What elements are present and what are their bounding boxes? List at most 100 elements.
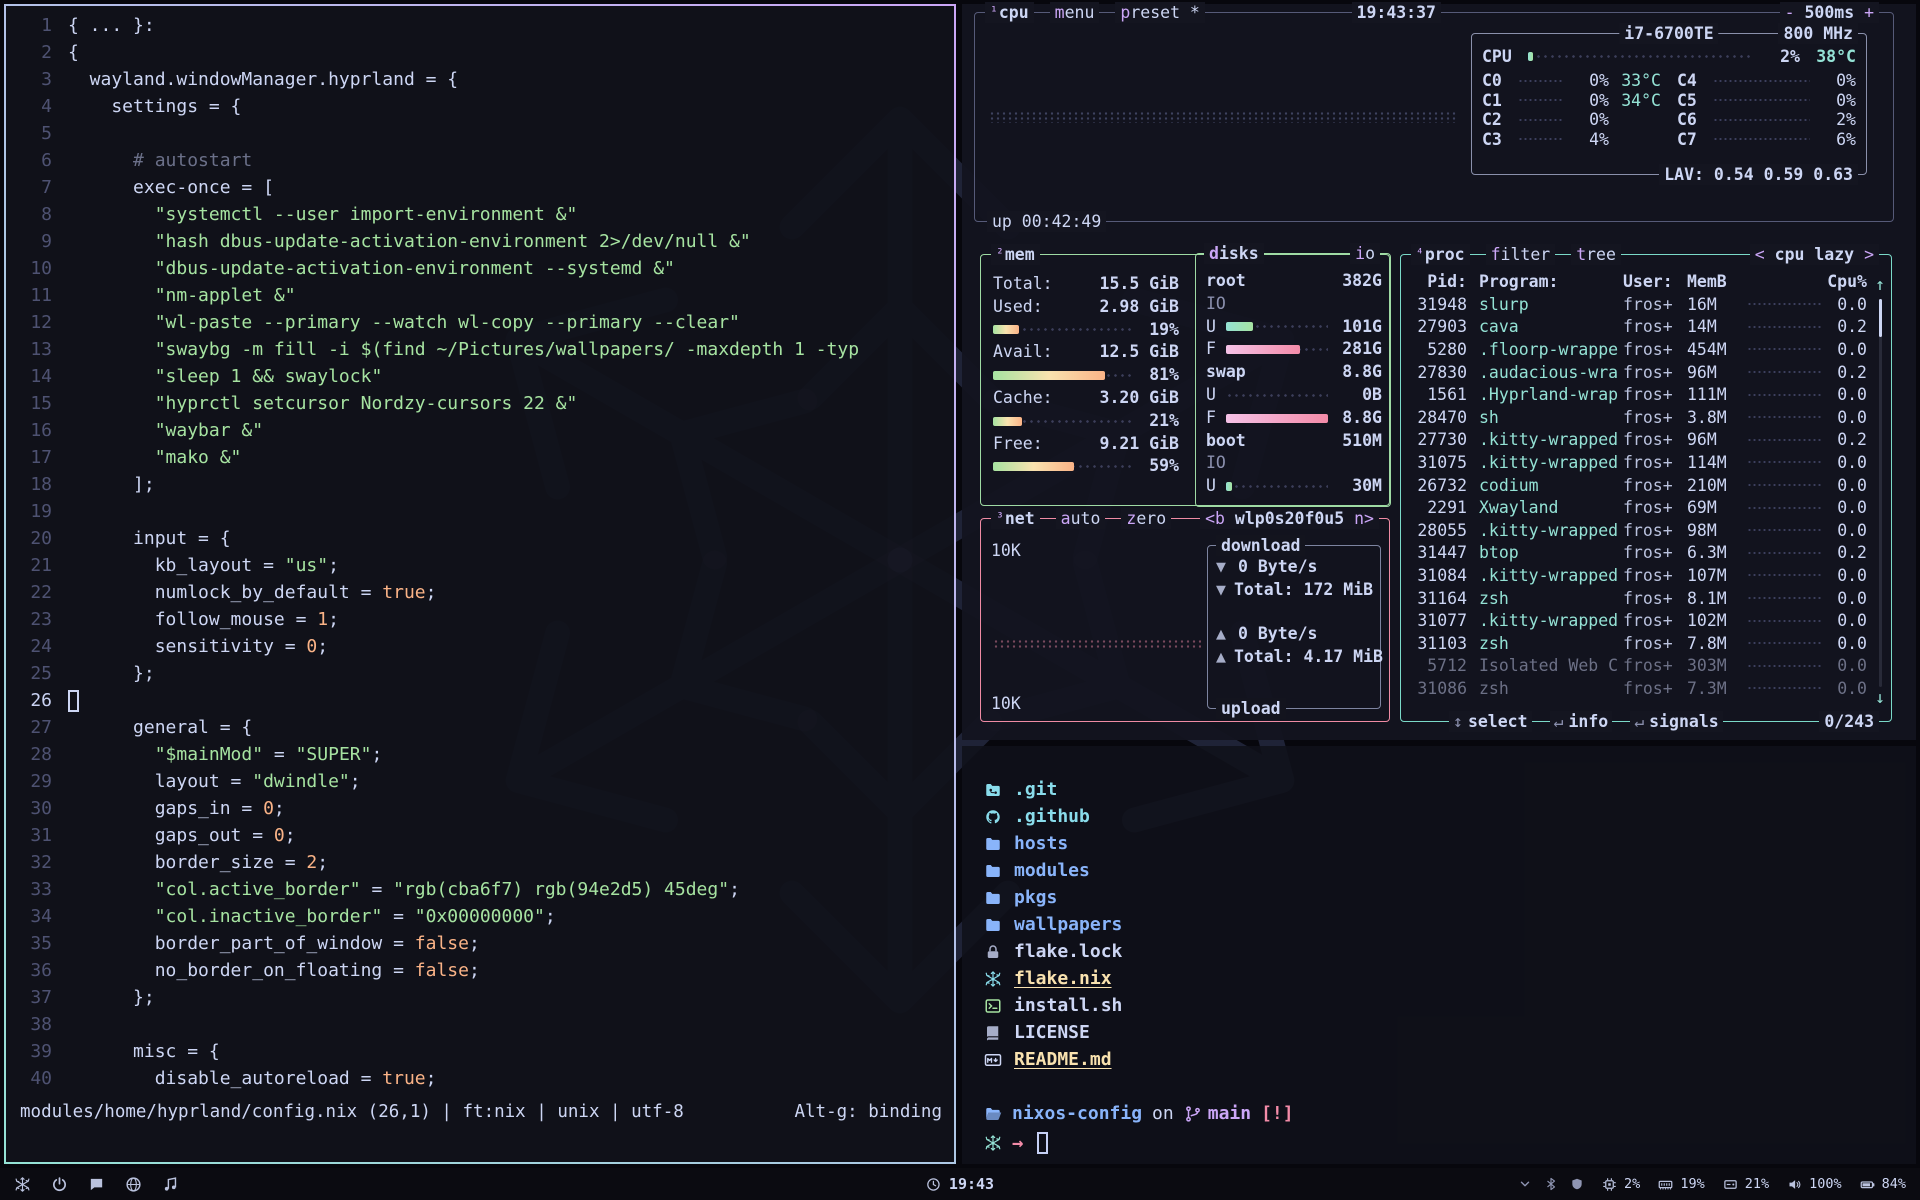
proc-filter-button[interactable]: filter — [1486, 244, 1556, 265]
editor-line[interactable]: 14 "sleep 1 && swaylock" — [6, 363, 954, 390]
editor-line[interactable]: 31 gaps_out = 0; — [6, 822, 954, 849]
scroll-up-indicator[interactable]: ↑ — [1875, 275, 1885, 294]
nixos-menu-icon[interactable] — [14, 1176, 31, 1193]
col-program[interactable]: Program: — [1471, 272, 1623, 291]
editor-window[interactable]: 1{ ... }:2{3 wayland.windowManager.hyprl… — [4, 4, 956, 1164]
process-row[interactable]: 27830.audacious-wrafros+96M0.2 — [1413, 361, 1867, 384]
editor-line[interactable]: 23 follow_mouse = 1; — [6, 606, 954, 633]
col-pid[interactable]: Pid: — [1413, 272, 1471, 291]
disks-io-toggle[interactable]: io — [1350, 243, 1380, 264]
preset-button[interactable]: preset * — [1115, 2, 1204, 23]
col-cpu[interactable]: Cpu% — [1825, 272, 1867, 291]
editor-line[interactable]: 12 "wl-paste --primary --watch wl-copy -… — [6, 309, 954, 336]
music-player-icon[interactable] — [162, 1176, 179, 1193]
signals-action[interactable]: ↵signals — [1630, 711, 1722, 732]
process-row[interactable]: 28055.kitty-wrappedfros+98M0.0 — [1413, 519, 1867, 542]
editor-line[interactable]: 4 settings = { — [6, 93, 954, 120]
process-row[interactable]: 31075.kitty-wrappedfros+114M0.0 — [1413, 451, 1867, 474]
net-interface-selector[interactable]: <b wlp0s20f0u5 n> — [1200, 508, 1379, 529]
editor-line[interactable]: 33 "col.active_border" = "rgb(cba6f7) rg… — [6, 876, 954, 903]
iface-next-key[interactable]: n> — [1354, 509, 1374, 528]
security-shield-icon[interactable] — [1570, 1177, 1584, 1191]
process-row[interactable]: 5280.floorp-wrappefros+454M0.0 — [1413, 338, 1867, 361]
sort-next-arrow[interactable]: > — [1864, 245, 1874, 264]
editor-line[interactable]: 28 "$mainMod" = "SUPER"; — [6, 741, 954, 768]
process-row[interactable]: 31086zshfros+7.3M0.0 — [1413, 677, 1867, 700]
editor-line[interactable]: 16 "waybar &" — [6, 417, 954, 444]
editor-line[interactable]: 8 "systemctl --user import-environment &… — [6, 201, 954, 228]
editor-line[interactable]: 7 exec-once = [ — [6, 174, 954, 201]
info-action[interactable]: ↵info — [1550, 711, 1613, 732]
process-row[interactable]: 1561.Hyprland-wrapfros+111M0.0 — [1413, 383, 1867, 406]
refresh-minus-button[interactable]: - — [1785, 3, 1795, 22]
editor-line[interactable]: 36 no_border_on_floating = false; — [6, 957, 954, 984]
col-memory[interactable]: MemB — [1687, 272, 1743, 291]
editor-line[interactable]: 34 "col.inactive_border" = "0x00000000"; — [6, 903, 954, 930]
editor-line[interactable]: 26 — [6, 687, 954, 714]
process-row[interactable]: 27730.kitty-wrappedfros+96M0.2 — [1413, 429, 1867, 452]
net-box-tab[interactable]: ³net — [991, 508, 1040, 529]
editor-line[interactable]: 25 }; — [6, 660, 954, 687]
process-row[interactable]: 27903cavafros+14M0.2 — [1413, 316, 1867, 339]
editor-line[interactable]: 20 input = { — [6, 525, 954, 552]
editor-line[interactable]: 13 "swaybg -m fill -i $(find ~/Pictures/… — [6, 336, 954, 363]
editor-line[interactable]: 1{ ... }: — [6, 12, 954, 39]
disk-usage-module[interactable]: 21% — [1723, 1176, 1769, 1192]
bluetooth-status-icon[interactable] — [1544, 1177, 1558, 1191]
power-menu-icon[interactable] — [51, 1176, 68, 1193]
proc-scrollbar-thumb[interactable] — [1879, 299, 1882, 337]
process-row[interactable]: 28470shfros+3.8M0.0 — [1413, 406, 1867, 429]
shell-input-line[interactable]: → — [962, 1129, 1916, 1156]
editor-line[interactable]: 32 border_size = 2; — [6, 849, 954, 876]
refresh-plus-button[interactable]: + — [1864, 3, 1874, 22]
editor-line[interactable]: 21 kb_layout = "us"; — [6, 552, 954, 579]
select-action[interactable]: ↕select — [1449, 711, 1532, 732]
process-row[interactable]: 31077.kitty-wrappedfros+102M0.0 — [1413, 609, 1867, 632]
editor-line[interactable]: 5 — [6, 120, 954, 147]
editor-line[interactable]: 37 }; — [6, 984, 954, 1011]
process-row[interactable]: 31447btopfros+6.3M0.2 — [1413, 542, 1867, 565]
tray-expand-icon[interactable] — [1518, 1177, 1532, 1191]
cpu-box-tab[interactable]: ¹cpu — [985, 2, 1034, 23]
process-row[interactable]: 5712Isolated Web Cfros+303M0.0 — [1413, 655, 1867, 678]
editor-line[interactable]: 38 — [6, 1011, 954, 1038]
editor-code[interactable]: 1{ ... }:2{3 wayland.windowManager.hyprl… — [6, 6, 954, 1092]
chat-launcher-icon[interactable] — [88, 1176, 105, 1193]
editor-line[interactable]: 40 disable_autoreload = true; — [6, 1065, 954, 1092]
process-row[interactable]: 31103zshfros+7.8M0.0 — [1413, 632, 1867, 655]
mem-box-tab[interactable]: ²mem — [991, 244, 1040, 265]
proc-sort-selector[interactable]: < cpu lazy > — [1750, 244, 1879, 265]
proc-box-tab[interactable]: ⁴proc — [1411, 244, 1470, 265]
net-zero-button[interactable]: zero — [1121, 508, 1171, 529]
editor-line[interactable]: 11 "nm-applet &" — [6, 282, 954, 309]
iface-prev-key[interactable]: <b — [1205, 509, 1225, 528]
proc-scrollbar-track[interactable] — [1879, 299, 1882, 687]
editor-line[interactable]: 24 sensitivity = 0; — [6, 633, 954, 660]
clock-module[interactable]: 19:43 — [926, 1175, 994, 1193]
process-row[interactable]: 31164zshfros+8.1M0.0 — [1413, 587, 1867, 610]
net-auto-button[interactable]: auto — [1056, 508, 1106, 529]
editor-line[interactable]: 29 layout = "dwindle"; — [6, 768, 954, 795]
process-row[interactable]: 31948slurpfros+16M0.0 — [1413, 293, 1867, 316]
process-row[interactable]: 26732codiumfros+210M0.0 — [1413, 474, 1867, 497]
scroll-down-indicator[interactable]: ↓ — [1875, 688, 1885, 707]
editor-line[interactable]: 18 ]; — [6, 471, 954, 498]
editor-line[interactable]: 3 wayland.windowManager.hyprland = { — [6, 66, 954, 93]
disks-title[interactable]: disks — [1204, 243, 1264, 264]
editor-line[interactable]: 6 # autostart — [6, 147, 954, 174]
editor-line[interactable]: 15 "hyprctl setcursor Nordzy-cursors 22 … — [6, 390, 954, 417]
editor-line[interactable]: 2{ — [6, 39, 954, 66]
editor-line[interactable]: 10 "dbus-update-activation-environment -… — [6, 255, 954, 282]
process-table-header[interactable]: Pid: Program: User: MemB Cpu% — [1413, 272, 1867, 291]
browser-launcher-icon[interactable] — [125, 1176, 142, 1193]
cpu-usage-module[interactable]: 2% — [1602, 1176, 1640, 1192]
process-row[interactable]: 31084.kitty-wrappedfros+107M0.0 — [1413, 564, 1867, 587]
editor-line[interactable]: 30 gaps_in = 0; — [6, 795, 954, 822]
editor-line[interactable]: 17 "mako &" — [6, 444, 954, 471]
editor-line[interactable]: 19 — [6, 498, 954, 525]
editor-line[interactable]: 27 general = { — [6, 714, 954, 741]
memory-usage-module[interactable]: 19% — [1658, 1176, 1704, 1192]
col-user[interactable]: User: — [1623, 272, 1687, 291]
editor-line[interactable]: 22 numlock_by_default = true; — [6, 579, 954, 606]
terminal-window[interactable]: .git.githubhostsmodulespkgswallpapersfla… — [962, 746, 1916, 1164]
